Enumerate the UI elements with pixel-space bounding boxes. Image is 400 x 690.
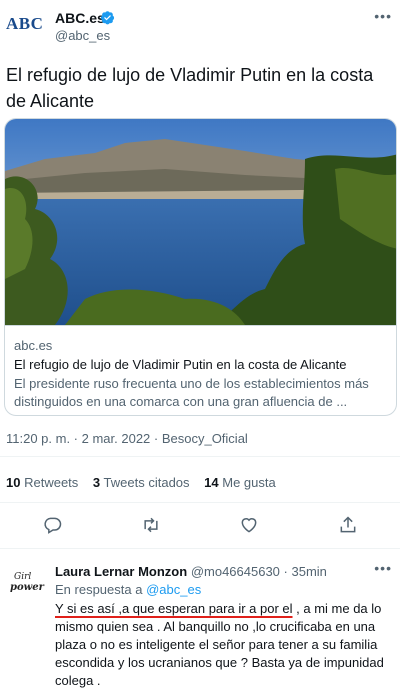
author-handle[interactable]: @abc_es [55,28,110,43]
quotes-label: Tweets citados [103,475,190,490]
quotes-count: 3 [92,475,101,490]
reply-text: Y si es así ,a que esperan para ir a por… [55,600,395,690]
retweets-count: 10 [6,475,21,490]
retweets-stat[interactable]: 10 Retweets [6,475,78,490]
divider [0,502,400,503]
reply-author-name[interactable]: Laura Lernar Monzon [55,564,187,579]
tweet-stats: 10 Retweets 3 Tweets citados 14 Me gusta [6,475,287,490]
card-body: abc.es El refugio de lujo de Vladimir Pu… [5,325,396,415]
in-reply-handle-link[interactable]: @abc_es [146,582,201,597]
link-card[interactable]: abc.es El refugio de lujo de Vladimir Pu… [4,118,397,416]
tweet-header: ABC ABC.es @abc_es ••• [0,0,400,52]
author-display-name[interactable]: ABC.es [55,10,105,26]
card-image [5,119,396,325]
likes-count: 14 [204,475,219,490]
retweet-icon[interactable] [141,515,161,535]
tweet-actions [0,510,400,542]
avatar-text-power: power [10,582,44,593]
likes-label: Me gusta [222,475,276,490]
reply-header: Laura Lernar Monzon @mo46645630 · 35min [55,564,327,579]
in-reply-to: En respuesta a @abc_es [55,582,201,597]
divider [0,548,400,549]
reply-text-underlined: Y si es así ,a que esperan para ir a por… [55,601,293,616]
likes-stat[interactable]: 14 Me gusta [204,475,276,490]
retweets-label: Retweets [24,475,79,490]
divider [0,456,400,457]
tweet-timestamp[interactable]: 11:20 p. m. · 2 mar. 2022 · Besocy_Ofici… [6,431,248,446]
reply-author-handle[interactable]: @mo46645630 [191,564,280,579]
tweet-text: El refugio de lujo de Vladimir Putin en … [6,65,374,111]
quotes-stat[interactable]: 3 Tweets citados [93,475,190,490]
reply-time[interactable]: · 35min [284,564,327,579]
more-options-icon[interactable]: ••• [374,560,392,576]
card-domain: abc.es [14,338,53,353]
card-title: El refugio de lujo de Vladimir Putin en … [14,357,347,372]
more-options-icon[interactable]: ••• [374,8,392,24]
avatar-text-girl: Girl [14,572,32,582]
reply-avatar[interactable]: Girl power [6,564,46,604]
like-icon[interactable] [239,515,259,535]
in-reply-prefix: En respuesta a [55,582,143,597]
avatar[interactable]: ABC [6,14,43,34]
verified-badge-icon [100,11,115,25]
card-description: El presidente ruso frecuenta uno de los … [14,376,369,409]
reply-icon[interactable] [43,515,63,535]
share-icon[interactable] [338,515,358,535]
